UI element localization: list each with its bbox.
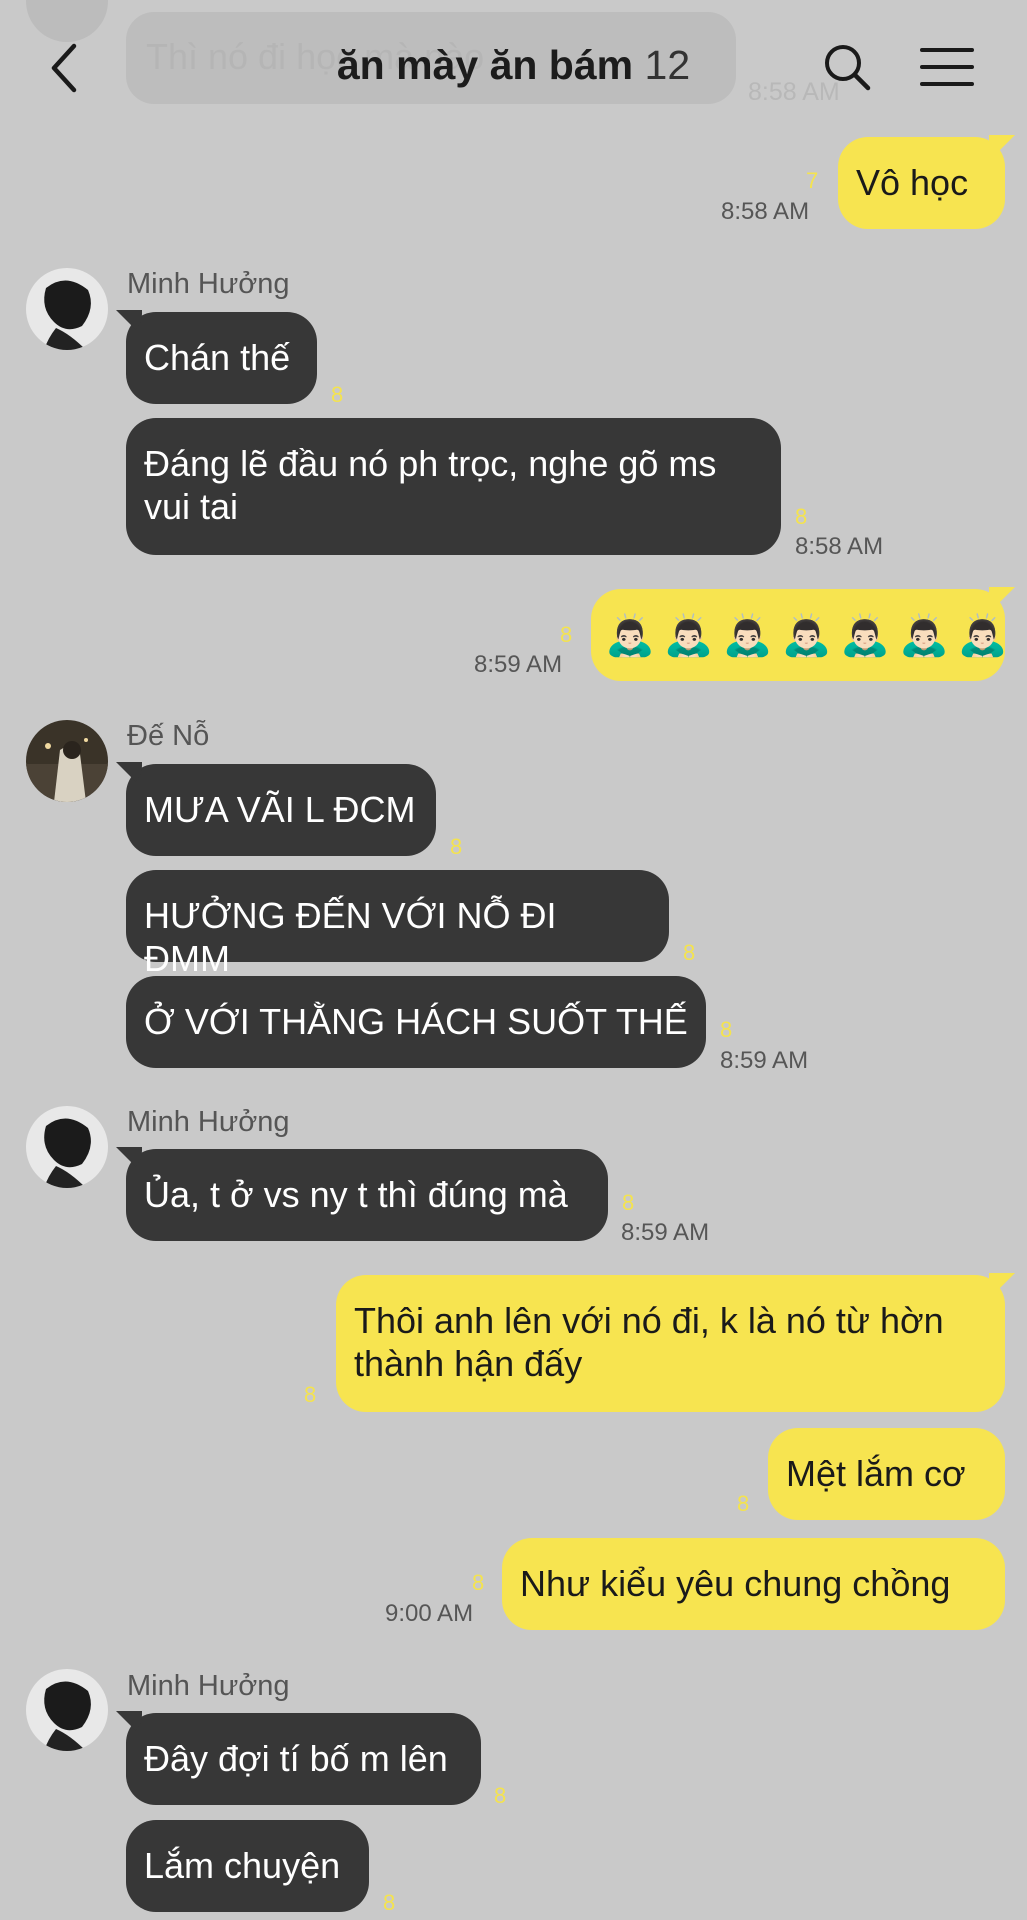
unread-count: 8	[795, 504, 808, 529]
message-time: 8:59 AM	[474, 651, 563, 678]
bowing-person-emoji: 🙇🏻‍♂️	[899, 614, 949, 658]
avatar[interactable]	[26, 1106, 108, 1188]
message-bubble-in[interactable]: Đáng lẽ đầu nó ph trọc, nghe gõ ms vui t…	[126, 418, 781, 555]
unread-count: 8	[560, 622, 573, 647]
bowing-person-emoji: 🙇🏻‍♂️	[840, 614, 891, 658]
chat-title: ăn mày ăn bám 12	[0, 42, 1027, 89]
message-bubble-out[interactable]: Thôi anh lên với nó đi, k là nó từ hờn t…	[336, 1275, 1005, 1412]
unread-count: 8	[683, 940, 696, 965]
sender-name: Minh Hưởng	[127, 1106, 290, 1138]
message-bubble-out[interactable]: Vô học	[838, 137, 1005, 229]
bowing-person-emoji: 🙇🏻‍♂️	[781, 614, 832, 658]
unread-count: 8	[720, 1017, 733, 1042]
unread-count: 7	[806, 168, 819, 193]
avatar-image	[26, 268, 108, 350]
message-bubble-in[interactable]: Ở VỚI THẰNG HÁCH SUỐT THẾ	[126, 976, 706, 1068]
message-text: Ở VỚI THẰNG HÁCH SUỐT THẾ	[144, 1001, 688, 1042]
search-button[interactable]	[822, 42, 872, 92]
message-text: HƯỞNG ĐẾN VỚI NỖ ĐI ĐMM	[144, 895, 557, 979]
message-bubble-in[interactable]: HƯỞNG ĐẾN VỚI NỖ ĐI ĐMM	[126, 870, 669, 979]
message-time: 8:59 AM	[720, 1047, 809, 1074]
unread-count: 8	[472, 1570, 485, 1595]
message-bubble-in[interactable]: Chán thế	[126, 312, 317, 404]
message-time: 8:58 AM	[721, 198, 810, 225]
message-text: Ủa, t ở vs ny t thì đúng mà	[144, 1174, 568, 1215]
chat-header: ăn mày ăn bám 12	[0, 0, 1027, 130]
message-text: Vô học	[856, 162, 969, 203]
unread-count: 8	[331, 382, 344, 407]
message-text: Lắm chuyện	[144, 1845, 341, 1886]
sender-name: Minh Hưởng	[127, 1670, 290, 1702]
message-text: Mệt lắm cơ	[786, 1453, 966, 1494]
bowing-person-emoji: 🙇🏻‍♂️	[722, 614, 773, 658]
unread-count: 8	[622, 1190, 635, 1215]
chat-title-text: ăn mày ăn bám	[336, 42, 634, 88]
message-text: MƯA VÃI L ĐCM	[144, 789, 416, 830]
menu-button[interactable]	[920, 46, 974, 88]
message-bubble-out[interactable]: 🙇🏻‍♂️ 🙇🏻‍♂️ 🙇🏻‍♂️ 🙇🏻‍♂️ 🙇🏻‍♂️ 🙇🏻‍♂️ 🙇🏻‍♂️	[591, 589, 1008, 681]
message-time: 8:59 AM	[621, 1219, 710, 1246]
unread-count: 8	[304, 1382, 317, 1407]
hamburger-menu-icon	[920, 48, 974, 86]
unread-count: 8	[383, 1890, 396, 1915]
message-bubble-out[interactable]: Như kiểu yêu chung chồng	[502, 1538, 1005, 1630]
message-text: Thôi anh lên với nó đi, k là nó từ hờn t…	[354, 1300, 944, 1384]
message-text: Đáng lẽ đầu nó ph trọc, nghe gõ ms vui t…	[144, 443, 717, 527]
message-bubble-out[interactable]: Mệt lắm cơ	[768, 1428, 1005, 1520]
message-text: Như kiểu yêu chung chồng	[520, 1563, 951, 1604]
message-text: Đây đợi tí bố m lên	[144, 1738, 448, 1779]
bowing-person-emoji: 🙇🏻‍♂️	[663, 614, 714, 658]
search-icon	[825, 45, 871, 91]
unread-count: 8	[450, 834, 463, 859]
emoji-row: 🙇🏻‍♂️ 🙇🏻‍♂️ 🙇🏻‍♂️ 🙇🏻‍♂️ 🙇🏻‍♂️ 🙇🏻‍♂️ 🙇🏻‍♂️	[605, 611, 1008, 659]
message-bubble-in[interactable]: Ủa, t ở vs ny t thì đúng mà	[126, 1149, 608, 1241]
sender-name: Minh Hưởng	[127, 268, 290, 300]
avatar-image	[26, 1106, 108, 1188]
unread-count: 8	[494, 1783, 507, 1808]
sender-name: Đế Nỗ	[127, 720, 210, 752]
bowing-person-emoji: 🙇🏻‍♂️	[605, 614, 655, 658]
message-time: 8:58 AM	[795, 533, 884, 560]
message-bubble-in[interactable]: Đây đợi tí bố m lên	[126, 1713, 481, 1805]
message-bubble-in[interactable]: Lắm chuyện	[126, 1820, 369, 1912]
unread-count: 8	[737, 1491, 750, 1516]
avatar[interactable]	[26, 1669, 108, 1751]
message-text: Chán thế	[144, 337, 291, 378]
avatar-image	[26, 720, 108, 802]
message-bubble-in[interactable]: MƯA VÃI L ĐCM	[126, 764, 436, 856]
member-count: 12	[644, 42, 691, 88]
avatar[interactable]	[26, 268, 108, 350]
bowing-person-emoji: 🙇🏻‍♂️	[957, 614, 1008, 658]
avatar[interactable]	[26, 720, 108, 802]
avatar-image	[26, 1669, 108, 1751]
message-time: 9:00 AM	[385, 1600, 474, 1627]
